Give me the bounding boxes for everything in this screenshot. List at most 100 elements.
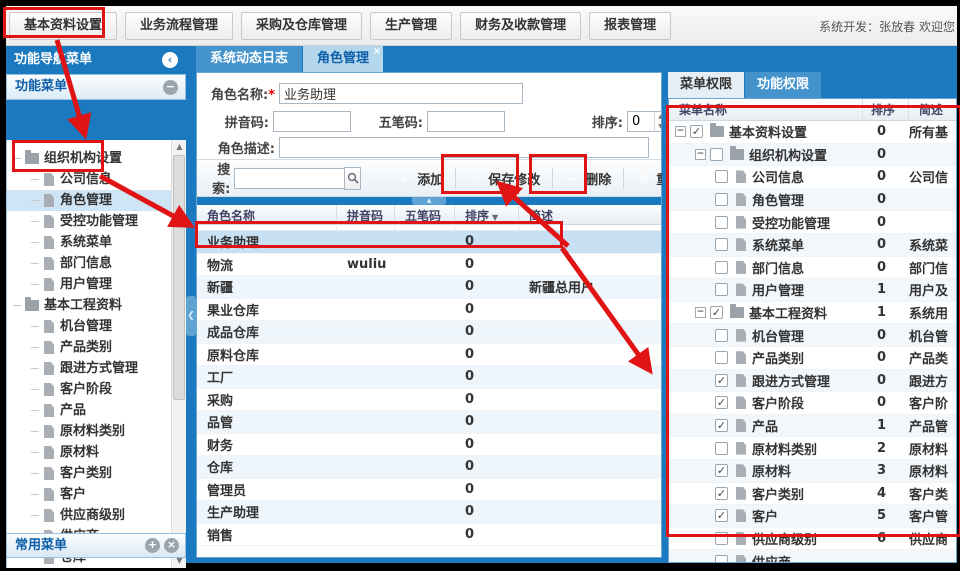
common-menu-bar[interactable]: 常用菜单 + × (6, 533, 186, 558)
role-grid-row[interactable]: 销售 0 (197, 524, 661, 547)
permission-checkbox[interactable] (715, 532, 728, 545)
top-menu-button[interactable]: 业务流程管理 (125, 12, 233, 40)
sidebar-tree-item[interactable]: 原材料类别 (7, 421, 186, 442)
sort-input[interactable] (628, 112, 654, 131)
sort-spinner[interactable]: ▲▼ (627, 111, 667, 132)
toolbar-button[interactable]: ✓ 保存修改 (458, 166, 550, 190)
permission-tree-row[interactable]: − 系统菜单 0 系统菜 (669, 234, 956, 257)
permission-tree-row[interactable]: − 角色管理 0 (669, 189, 956, 212)
sidebar-tree-item[interactable]: 用户管理 (7, 274, 186, 295)
add-common-icon[interactable]: + (145, 538, 160, 553)
sidebar-collapse-icon[interactable]: ‹ (162, 52, 178, 68)
sidebar-tree-item[interactable]: 系统菜单 (7, 232, 186, 253)
sidebar-tree-item[interactable]: 产品类别 (7, 337, 186, 358)
permission-checkbox[interactable] (715, 261, 728, 274)
panel-collapse-icon[interactable]: − (163, 80, 178, 95)
permission-checkbox[interactable] (715, 487, 728, 500)
permission-tree-row[interactable]: − 原材料 3 原材料 (669, 460, 956, 483)
sidebar-tree-item[interactable]: 受控功能管理 (7, 211, 186, 232)
sidebar-tree-item[interactable]: 组织机构设置 (7, 148, 186, 169)
sidebar-tree-item[interactable]: 产品 (7, 400, 186, 421)
top-menu-button[interactable]: 生产管理 (370, 12, 452, 40)
permission-checkbox[interactable] (715, 555, 728, 563)
column-sort[interactable]: 排序▼ (455, 205, 519, 225)
role-grid-row[interactable]: 仓库 0 (197, 456, 661, 479)
permission-tree-row[interactable]: − 客户阶段 0 客户阶 (669, 392, 956, 415)
permission-checkbox[interactable] (710, 148, 723, 161)
scrollbar-thumb[interactable] (173, 155, 185, 400)
column-menu-desc[interactable]: 简述 (909, 99, 956, 119)
permission-tree-row[interactable]: − 客户类别 4 客户类 (669, 483, 956, 506)
separator-handle-icon[interactable]: ▲ (412, 197, 446, 205)
permission-checkbox[interactable] (715, 509, 728, 522)
permission-checkbox[interactable] (715, 283, 728, 296)
sidebar-splitter[interactable]: ❮ (186, 46, 196, 563)
role-desc-input[interactable] (279, 137, 649, 158)
permission-checkbox[interactable] (715, 329, 728, 342)
role-grid-row[interactable]: 品管 0 (197, 411, 661, 434)
role-grid-row[interactable]: 管理员 0 (197, 479, 661, 502)
splitter-collapse-handle[interactable]: ❮ (186, 296, 196, 336)
sidebar-tree-item[interactable]: 基本工程资料 (7, 295, 186, 316)
permission-tree-row[interactable]: − 公司信息 0 公司信 (669, 166, 956, 189)
wubi-input[interactable] (427, 111, 505, 132)
permission-tree-row[interactable]: − 供应商 (669, 550, 956, 563)
permission-checkbox[interactable] (715, 419, 728, 432)
scroll-up-icon[interactable]: ▲ (172, 140, 187, 154)
top-menu-button[interactable]: 采购及仓库管理 (241, 12, 362, 40)
permission-tree-row[interactable]: − 基本资料设置 0 所有基 (669, 121, 956, 144)
column-wubi[interactable]: 五笔码 (395, 205, 455, 225)
sidebar-tree-item[interactable]: 部门信息 (7, 253, 186, 274)
permission-checkbox[interactable] (715, 193, 728, 206)
expand-icon[interactable]: − (675, 126, 686, 137)
permission-tree-row[interactable]: − 受控功能管理 0 (669, 211, 956, 234)
permission-checkbox[interactable] (715, 442, 728, 455)
sidebar-tree-item[interactable]: 客户类别 (7, 463, 186, 484)
role-grid-row[interactable]: 采购 0 (197, 389, 661, 412)
permission-tree-row[interactable]: − 基本工程资料 1 系统用 (669, 302, 956, 325)
permission-checkbox[interactable] (690, 125, 703, 138)
permission-checkbox[interactable] (715, 238, 728, 251)
tab-menu-permission[interactable]: 菜单权限 (668, 72, 745, 98)
sidebar-tree-item[interactable]: 角色管理 (7, 190, 186, 211)
permission-tree-row[interactable]: − 部门信息 0 部门信 (669, 257, 956, 280)
pinyin-input[interactable] (273, 111, 351, 132)
function-menu-header[interactable]: 功能菜单 − (6, 74, 186, 100)
role-name-input[interactable] (279, 83, 523, 104)
role-grid-row[interactable]: 财务 0 (197, 434, 661, 457)
column-menu-sort[interactable]: 排序 (863, 99, 909, 119)
expand-icon[interactable]: − (695, 149, 706, 160)
tab-role-management[interactable]: 角色管理 × (303, 46, 384, 72)
permission-checkbox[interactable] (715, 216, 728, 229)
permission-checkbox[interactable] (715, 464, 728, 477)
sidebar-tree-item[interactable]: 原材料 (7, 442, 186, 463)
role-grid-row[interactable]: 生产助理 0 (197, 501, 661, 524)
tab-system-log[interactable]: 系统动态日志 (196, 46, 303, 72)
sidebar-tree-item[interactable]: 公司信息 (7, 169, 186, 190)
sidebar-tree-item[interactable]: 客户阶段 (7, 379, 186, 400)
toolbar-button[interactable]: − 删除 (555, 166, 621, 190)
permission-checkbox[interactable] (715, 374, 728, 387)
tab-close-icon[interactable]: × (373, 47, 381, 57)
expand-icon[interactable]: − (695, 307, 706, 318)
permission-tree-row[interactable]: − 产品 1 产品管 (669, 415, 956, 438)
role-grid-row[interactable]: 新疆 0 新疆总用户 (197, 276, 661, 299)
sidebar-tree-item[interactable]: 客户 (7, 484, 186, 505)
permission-tree-row[interactable]: − 供应商级别 6 供应商 (669, 528, 956, 551)
permission-tree-row[interactable]: − 客户 5 客户管 (669, 505, 956, 528)
permission-checkbox[interactable] (710, 306, 723, 319)
top-menu-button[interactable]: 财务及收款管理 (460, 12, 581, 40)
close-common-icon[interactable]: × (164, 538, 179, 553)
sidebar-tree-item[interactable]: 供应商级别 (7, 505, 186, 526)
permission-checkbox[interactable] (715, 396, 728, 409)
toolbar-button[interactable]: + 添加 (387, 166, 453, 190)
permission-tree-row[interactable]: − 组织机构设置 0 (669, 144, 956, 167)
permission-checkbox[interactable] (715, 170, 728, 183)
search-input[interactable] (234, 168, 344, 189)
sidebar-tree-item[interactable]: 机台管理 (7, 316, 186, 337)
permission-tree-row[interactable]: − 产品类别 0 产品类 (669, 347, 956, 370)
column-role-name[interactable]: 角色名称 (197, 205, 337, 225)
search-icon[interactable] (344, 167, 361, 190)
role-grid-row[interactable]: 业务助理 0 (197, 231, 661, 254)
permission-checkbox[interactable] (715, 351, 728, 364)
